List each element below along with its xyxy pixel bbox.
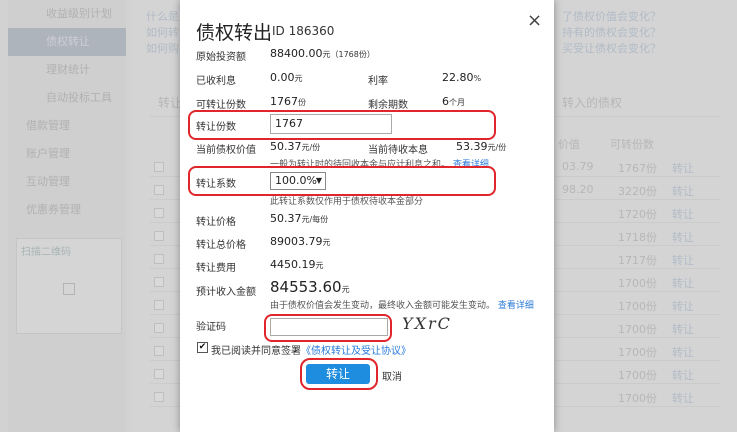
coefficient-select[interactable]: 100.0% ▼ (270, 172, 326, 190)
price-value: 50.37元/每份 (270, 212, 329, 225)
chevron-down-icon: ▼ (315, 176, 322, 185)
price-label: 转让价格 (196, 217, 236, 228)
total-price-label: 转让总价格 (196, 240, 246, 251)
income-note: 由于债权价值会发生变动，最终收入金额可能发生变动。 查看详细 (270, 301, 534, 311)
captcha-input[interactable] (270, 318, 388, 336)
fee-label: 转让费用 (196, 263, 236, 274)
coefficient-label: 转让系数 (196, 179, 236, 190)
pending-interest-label: 当前待收本息 (368, 145, 428, 156)
debt-id: ID 186360 (272, 24, 335, 38)
expected-income-label: 预计收入金额 (196, 287, 256, 298)
agree-text: 我已阅读并同意签署《债权转让及受让协议》 (211, 346, 411, 357)
received-interest-label: 已收利息 (196, 76, 236, 87)
income-detail-link[interactable]: 查看详细 (498, 301, 534, 311)
current-value-value: 50.37元/份 (270, 140, 321, 153)
rate-label: 利率 (368, 76, 388, 87)
submit-button[interactable]: 转让 (306, 364, 370, 384)
total-price-value: 89003.79元 (270, 235, 331, 248)
transferable-shares-label: 可转让份数 (196, 100, 246, 111)
captcha-image[interactable]: YXrC (402, 314, 452, 333)
remaining-periods-value: 6个月 (442, 95, 465, 108)
transfer-shares-label: 转让份数 (196, 122, 236, 133)
fee-value: 4450.19元 (270, 258, 324, 271)
remaining-periods-label: 剩余期数 (368, 100, 408, 111)
captcha-label: 验证码 (196, 322, 226, 333)
principal-label: 原始投资额 (196, 52, 246, 63)
agree-checkbox[interactable]: ✔ (197, 342, 208, 353)
rate-value: 22.80% (442, 71, 482, 84)
coefficient-note: 此转让系数仅作用于债权待收本金部分 (270, 197, 424, 207)
close-icon[interactable]: × (527, 10, 542, 31)
agreement-link[interactable]: 《债权转让及受让协议》 (301, 346, 411, 357)
pending-interest-value: 53.39元/份 (456, 140, 507, 153)
received-interest-value: 0.00元 (270, 71, 303, 84)
transferable-shares-value: 1767份 (270, 95, 306, 108)
current-value-label: 当前债权价值 (196, 145, 256, 156)
transfer-dialog: 债权转出 ID 186360 × 原始投资额 88400.00元（1768份） … (180, 0, 554, 432)
principal-value: 88400.00元（1768份） (270, 47, 375, 60)
transfer-shares-input[interactable]: 1767 (270, 114, 392, 134)
dialog-title: 债权转出 (196, 22, 273, 44)
cancel-button[interactable]: 取消 (382, 368, 402, 383)
expected-income-value: 84553.60元 (270, 278, 350, 296)
